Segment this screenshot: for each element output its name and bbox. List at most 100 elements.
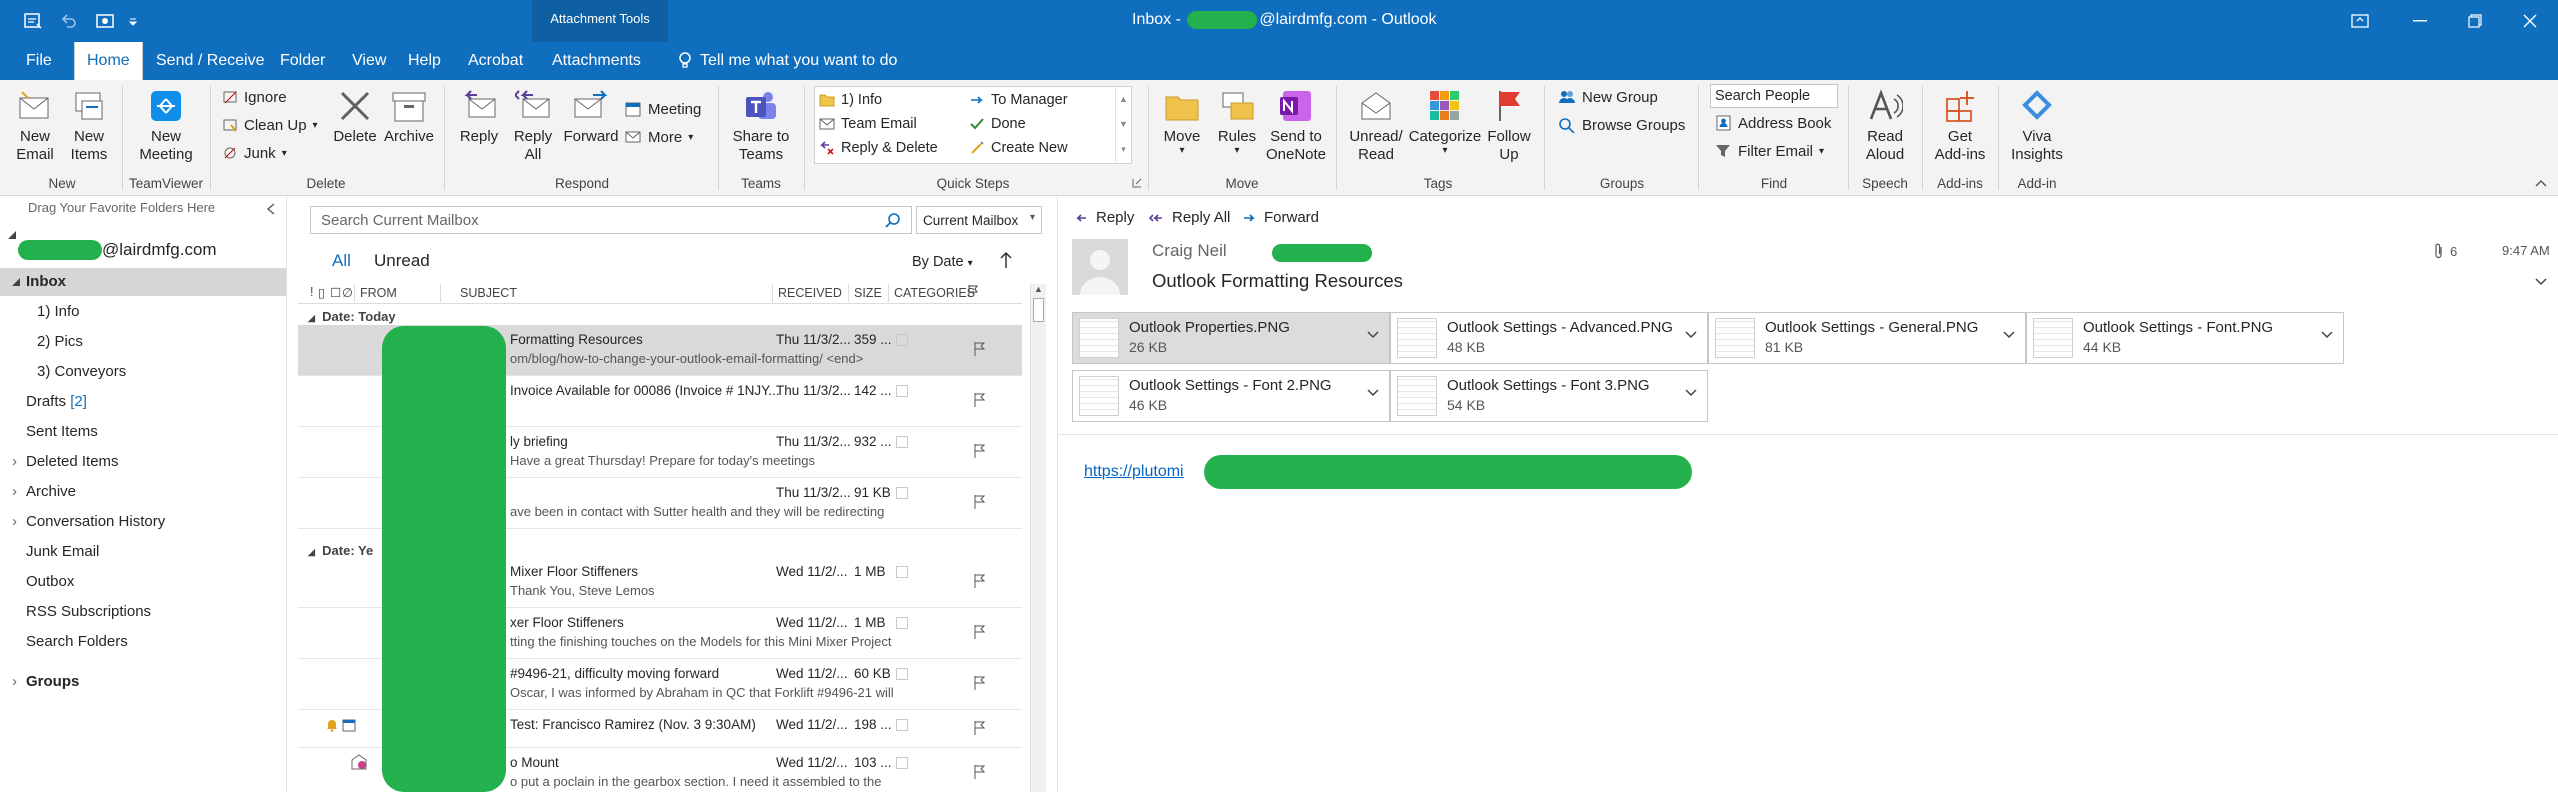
search-people-input[interactable]: Search People — [1710, 84, 1838, 108]
minimize-icon[interactable] — [2390, 0, 2450, 42]
tab-file[interactable]: File — [14, 42, 64, 80]
flag-icon[interactable] — [974, 720, 986, 736]
ribbon-display-options-icon[interactable] — [2330, 0, 2390, 42]
collapse-pane-icon[interactable] — [266, 203, 276, 215]
column-categories[interactable]: CATEGORIES — [894, 286, 975, 300]
category-box[interactable] — [896, 436, 908, 448]
filter-all-tab[interactable]: All — [332, 251, 351, 271]
folder-search-folders[interactable]: Search Folders — [26, 633, 128, 650]
rules-button[interactable]: Rules ▾ — [1212, 84, 1262, 156]
expand-groups-icon[interactable]: › — [12, 673, 17, 690]
column-received[interactable]: RECEIVED — [778, 286, 842, 300]
flag-icon[interactable] — [974, 443, 986, 459]
tab-acrobat[interactable]: Acrobat — [456, 42, 535, 80]
chevron-down-icon[interactable] — [1367, 389, 1379, 397]
folder-inbox[interactable]: Inbox — [26, 273, 66, 290]
quick-step-to-manager[interactable]: To Manager — [969, 89, 1068, 111]
chevron-down-icon[interactable] — [1685, 331, 1697, 339]
new-email-button[interactable]: New Email — [10, 84, 60, 164]
move-button[interactable]: Move ▾ — [1156, 84, 1208, 156]
quick-step-info[interactable]: 1) Info — [819, 89, 882, 111]
quick-step-team-email[interactable]: Team Email — [819, 113, 917, 135]
flag-icon[interactable] — [974, 624, 986, 640]
search-mailbox-input[interactable]: Search Current Mailbox — [310, 206, 912, 234]
collapse-ribbon-icon[interactable] — [2534, 178, 2548, 188]
column-size[interactable]: SIZE — [854, 286, 882, 300]
reading-reply-button[interactable]: Reply — [1074, 209, 1134, 226]
attachment-item[interactable]: Outlook Settings - General.PNG 81 KB — [1708, 312, 2026, 364]
get-add-ins-button[interactable]: Get Add-ins — [1930, 84, 1990, 164]
attachment-item[interactable]: Outlook Settings - Advanced.PNG 48 KB — [1390, 312, 1708, 364]
attachment-column-icon[interactable]: ∅ — [342, 285, 353, 300]
column-from[interactable]: FROM — [360, 286, 397, 300]
reading-reply-all-button[interactable]: Reply All — [1148, 209, 1230, 226]
quick-step-create-new[interactable]: Create New — [969, 137, 1068, 159]
share-to-teams-button[interactable]: Share to Teams — [728, 84, 794, 164]
search-icon[interactable] — [885, 212, 901, 228]
flag-icon[interactable] — [974, 392, 986, 408]
flag-icon[interactable] — [974, 573, 986, 589]
quick-step-reply-delete[interactable]: Reply & Delete — [819, 137, 938, 159]
quick-steps-launcher-icon[interactable] — [1132, 178, 1142, 188]
folder-conveyors[interactable]: 3) Conveyors — [37, 363, 126, 380]
icon-column-icon[interactable]: ▯ — [318, 285, 325, 300]
categorize-button[interactable]: Categorize ▾ — [1408, 84, 1482, 156]
importance-column-icon[interactable]: ! — [310, 285, 313, 299]
folder-deleted-items[interactable]: Deleted Items — [26, 453, 119, 470]
tab-attachments[interactable]: Attachments — [540, 42, 653, 80]
folder-sent-items[interactable]: Sent Items — [26, 423, 98, 440]
attachment-item[interactable]: Outlook Settings - Font 3.PNG 54 KB — [1390, 370, 1708, 422]
reply-all-button[interactable]: Reply All — [506, 84, 560, 164]
sort-by-dropdown[interactable]: By Date ▾ — [912, 254, 973, 270]
chevron-down-icon[interactable] — [1685, 389, 1697, 397]
category-box[interactable] — [896, 487, 908, 499]
read-aloud-button[interactable]: Read Aloud — [1858, 84, 1912, 164]
category-box[interactable] — [896, 719, 908, 731]
folder-rss[interactable]: RSS Subscriptions — [26, 603, 151, 620]
group-header-yesterday[interactable]: ◢ Date: Ye — [308, 543, 373, 558]
search-scope-dropdown[interactable]: Current Mailbox ▾ — [916, 206, 1042, 234]
column-subject[interactable]: SUBJECT — [460, 286, 517, 300]
tab-help[interactable]: Help — [396, 42, 453, 80]
account-expand-icon[interactable] — [8, 231, 16, 239]
filter-email-button[interactable]: Filter Email ▾ — [1714, 140, 1824, 162]
category-box[interactable] — [896, 334, 908, 346]
folder-groups[interactable]: Groups — [26, 673, 79, 690]
message-list-scrollbar[interactable]: ▲ — [1030, 284, 1046, 792]
chevron-down-icon[interactable] — [2321, 331, 2333, 339]
junk-button[interactable]: Junk ▾ — [222, 142, 287, 164]
category-box[interactable] — [896, 385, 908, 397]
folder-conversation-history[interactable]: Conversation History — [26, 513, 165, 530]
follow-up-button[interactable]: Follow Up — [1484, 84, 1534, 164]
folder-junk-email[interactable]: Junk Email — [26, 543, 99, 560]
expand-conversation-icon[interactable]: › — [12, 513, 17, 530]
folder-archive[interactable]: Archive — [26, 483, 76, 500]
send-receive-all-icon[interactable] — [20, 8, 46, 34]
send-to-onenote-button[interactable]: Send to OneNote — [1262, 84, 1330, 164]
account-name[interactable]: @lairdmfg.com — [102, 240, 217, 260]
avatar[interactable] — [1072, 239, 1128, 295]
attachment-item[interactable]: Outlook Properties.PNG 26 KB — [1072, 312, 1390, 364]
category-box[interactable] — [896, 668, 908, 680]
archive-button[interactable]: Archive — [382, 84, 436, 146]
new-meeting-teamviewer-button[interactable]: New Meeting — [136, 84, 196, 164]
folder-info[interactable]: 1) Info — [37, 303, 80, 320]
inbox-expand-icon[interactable] — [12, 278, 20, 286]
category-box[interactable] — [896, 617, 908, 629]
reading-forward-button[interactable]: Forward — [1242, 209, 1319, 226]
flag-icon[interactable] — [974, 675, 986, 691]
ignore-button[interactable]: Ignore — [222, 86, 287, 108]
expand-deleted-icon[interactable]: › — [12, 453, 17, 470]
new-group-button[interactable]: New Group — [1558, 86, 1658, 108]
new-items-button[interactable]: New Items — [64, 84, 114, 164]
category-box[interactable] — [896, 566, 908, 578]
group-header-today[interactable]: ◢ Date: Today — [308, 309, 396, 324]
quick-steps-scroll[interactable]: ▲ ▼ ▾ — [1115, 87, 1131, 163]
address-book-button[interactable]: Address Book — [1714, 112, 1831, 134]
viva-insights-button[interactable]: Viva Insights — [2006, 84, 2068, 164]
attachment-item[interactable]: Outlook Settings - Font 2.PNG 46 KB — [1072, 370, 1390, 422]
tab-send-receive[interactable]: Send / Receive — [144, 42, 277, 80]
delete-button[interactable]: Delete — [330, 84, 380, 146]
forward-button[interactable]: Forward — [562, 84, 620, 146]
close-icon[interactable] — [2500, 0, 2558, 42]
